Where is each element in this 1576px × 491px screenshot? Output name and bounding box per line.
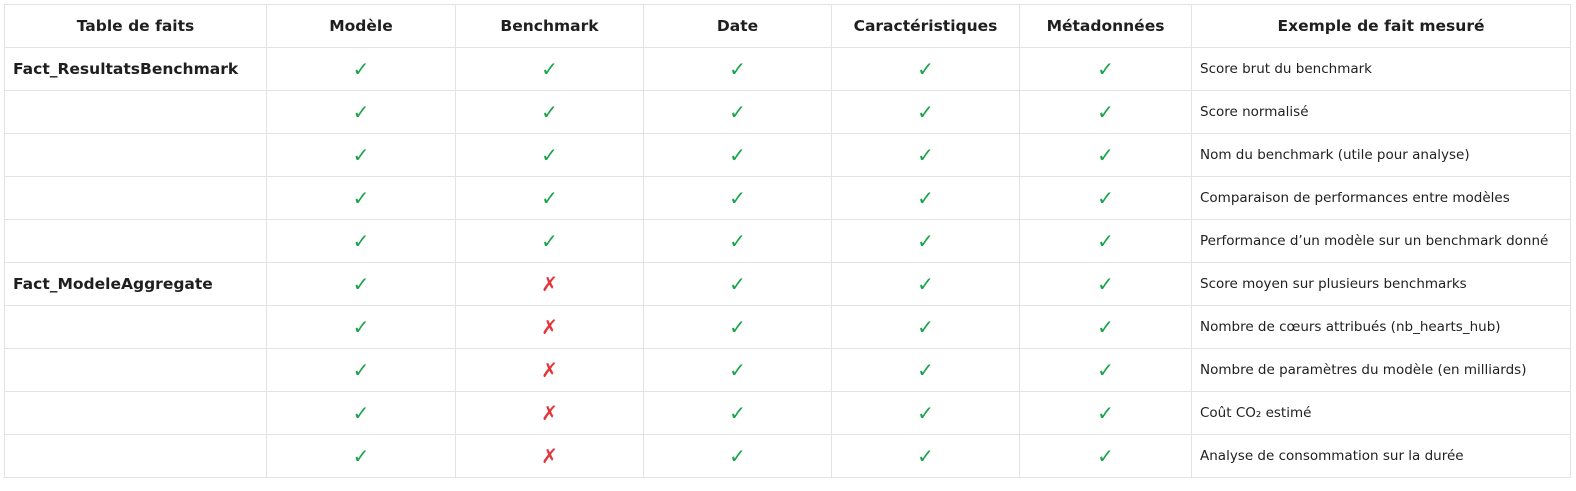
cross-icon: ✗ [455,348,644,392]
fact-table-name [4,434,267,478]
table-row: ✓ ✗ ✓ ✓ ✓ Analyse de consommation sur la duré… [4,434,1571,478]
check-icon: ✓ [831,391,1020,435]
check-icon: ✓ [831,262,1020,306]
check-icon: ✓ [455,133,644,177]
check-icon: ✓ [1019,90,1192,134]
table-row: Fact_ModeleAggregate ✓ ✗ ✓ ✓ ✓ Score moyen sur… [4,262,1571,306]
header-caracteristiques: Caractéristiques [831,4,1020,48]
table-row: ✓ ✗ ✓ ✓ ✓ Nombre de paramètres du modèle (en … [4,348,1571,392]
check-icon: ✓ [643,219,832,263]
facts-table-container: Table de faits Modèle Benchmark Date Car… [4,4,1571,478]
fact-table-name [4,176,267,220]
fact-table-name [4,219,267,263]
check-icon: ✓ [266,348,456,392]
check-icon: ✓ [1019,305,1192,349]
check-icon: ✓ [455,90,644,134]
table-body: Fact_ResultatsBenchmark ✓ ✓ ✓ ✓ ✓ Score brut d… [4,47,1571,478]
fact-table-name: Fact_ResultatsBenchmark [4,47,267,91]
fact-table-name [4,305,267,349]
cross-icon: ✗ [455,305,644,349]
example-fact: Nombre de cœurs attribués (nb_hearts_hub… [1191,305,1571,349]
fact-table-name [4,133,267,177]
check-icon: ✓ [266,391,456,435]
check-icon: ✓ [266,176,456,220]
check-icon: ✓ [1019,47,1192,91]
header-date: Date [643,4,832,48]
check-icon: ✓ [266,219,456,263]
check-icon: ✓ [643,434,832,478]
check-icon: ✓ [266,47,456,91]
facts-table: Table de faits Modèle Benchmark Date Car… [4,4,1571,478]
check-icon: ✓ [643,348,832,392]
check-icon: ✓ [266,305,456,349]
fact-table-name [4,348,267,392]
example-fact: Score brut du benchmark [1191,47,1571,91]
check-icon: ✓ [266,90,456,134]
example-fact: Performance d’un modèle sur un benchmark… [1191,219,1571,263]
check-icon: ✓ [266,133,456,177]
header-row: Table de faits Modèle Benchmark Date Car… [4,4,1571,48]
cross-icon: ✗ [455,391,644,435]
check-icon: ✓ [831,47,1020,91]
table-row: ✓ ✓ ✓ ✓ ✓ Performance d’un modèle sur un benc… [4,219,1571,263]
check-icon: ✓ [643,133,832,177]
table-row: ✓ ✓ ✓ ✓ ✓ Score normalisé [4,90,1571,134]
check-icon: ✓ [266,434,456,478]
check-icon: ✓ [831,90,1020,134]
check-icon: ✓ [643,90,832,134]
check-icon: ✓ [1019,434,1192,478]
table-row: Fact_ResultatsBenchmark ✓ ✓ ✓ ✓ ✓ Score brut d… [4,47,1571,91]
check-icon: ✓ [1019,391,1192,435]
check-icon: ✓ [455,47,644,91]
check-icon: ✓ [643,47,832,91]
table-row: ✓ ✗ ✓ ✓ ✓ Coût CO₂ estimé [4,391,1571,435]
example-fact: Comparaison de performances entre modèle… [1191,176,1571,220]
check-icon: ✓ [831,133,1020,177]
fact-table-name: Fact_ModeleAggregate [4,262,267,306]
table-row: ✓ ✓ ✓ ✓ ✓ Nom du benchmark (utile pour analys… [4,133,1571,177]
check-icon: ✓ [831,176,1020,220]
check-icon: ✓ [831,305,1020,349]
check-icon: ✓ [455,219,644,263]
example-fact: Analyse de consommation sur la durée [1191,434,1571,478]
cross-icon: ✗ [455,262,644,306]
header-exemple: Exemple de fait mesuré [1191,4,1571,48]
check-icon: ✓ [1019,262,1192,306]
example-fact: Coût CO₂ estimé [1191,391,1571,435]
header-modele: Modèle [266,4,456,48]
check-icon: ✓ [1019,348,1192,392]
check-icon: ✓ [1019,176,1192,220]
example-fact: Score normalisé [1191,90,1571,134]
example-fact: Score moyen sur plusieurs benchmarks [1191,262,1571,306]
check-icon: ✓ [643,262,832,306]
fact-table-name [4,90,267,134]
check-icon: ✓ [643,305,832,349]
header-table-de-faits: Table de faits [4,4,267,48]
check-icon: ✓ [266,262,456,306]
table-row: ✓ ✓ ✓ ✓ ✓ Comparaison de performances entre m… [4,176,1571,220]
example-fact: Nom du benchmark (utile pour analyse) [1191,133,1571,177]
check-icon: ✓ [831,219,1020,263]
check-icon: ✓ [455,176,644,220]
check-icon: ✓ [831,348,1020,392]
fact-table-name [4,391,267,435]
check-icon: ✓ [1019,219,1192,263]
header-benchmark: Benchmark [455,4,644,48]
cross-icon: ✗ [455,434,644,478]
check-icon: ✓ [643,176,832,220]
check-icon: ✓ [643,391,832,435]
example-fact: Nombre de paramètres du modèle (en milli… [1191,348,1571,392]
header-metadonnees: Métadonnées [1019,4,1192,48]
table-row: ✓ ✗ ✓ ✓ ✓ Nombre de cœurs attribués (nb_heart… [4,305,1571,349]
check-icon: ✓ [1019,133,1192,177]
check-icon: ✓ [831,434,1020,478]
